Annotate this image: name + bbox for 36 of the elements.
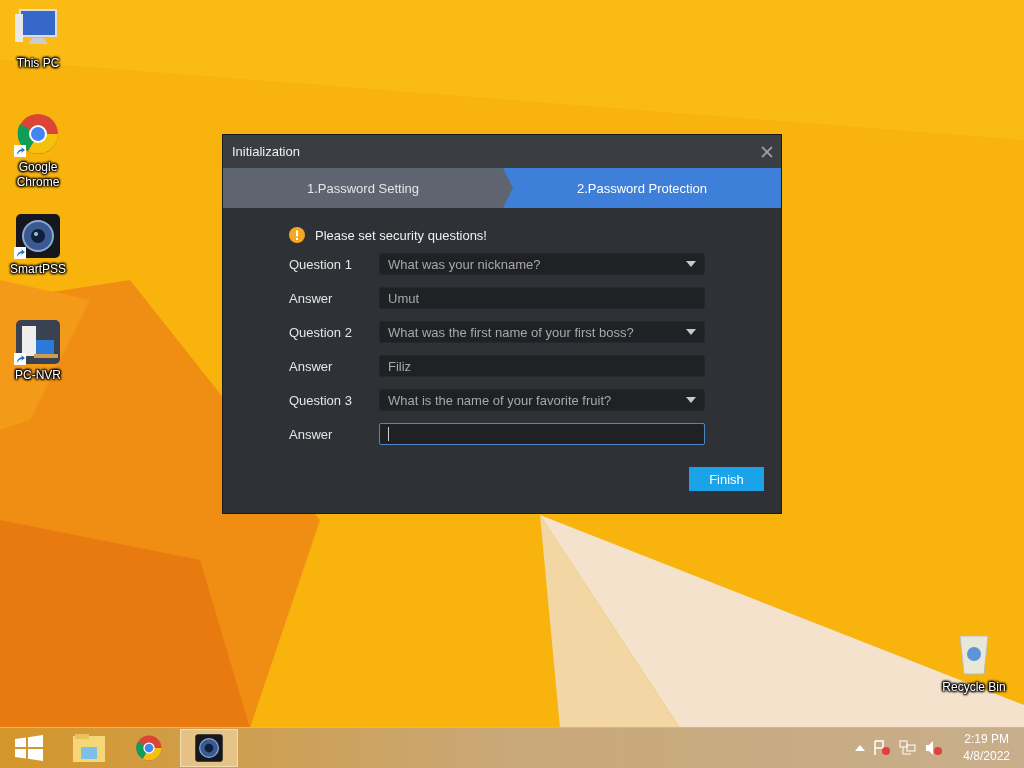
icon-label: PC-NVR bbox=[14, 368, 62, 383]
field-label: Answer bbox=[289, 290, 334, 306]
show-hidden-icons-icon[interactable] bbox=[855, 745, 866, 751]
notice-text: Please set security questions! bbox=[315, 227, 487, 243]
camera-icon[interactable] bbox=[194, 733, 224, 763]
window-title: Initialization bbox=[232, 144, 300, 159]
nvr-icon[interactable] bbox=[14, 320, 62, 366]
field-label: Question 1 bbox=[289, 256, 353, 272]
chrome-icon[interactable] bbox=[134, 733, 164, 763]
icon-label: Google Chrome bbox=[15, 160, 61, 190]
field-label: Question 3 bbox=[289, 392, 353, 408]
field-label: Question 2 bbox=[289, 324, 353, 340]
icon-label: This PC bbox=[15, 56, 61, 71]
caret-icon bbox=[686, 261, 696, 267]
clock-time: 2:19 PM bbox=[964, 731, 1009, 748]
question-dropdown[interactable]: What is the name of your favorite fruit? bbox=[379, 389, 705, 411]
answer-field[interactable] bbox=[379, 423, 705, 445]
speaker-icon[interactable] bbox=[925, 740, 944, 756]
icon-label: Recycle Bin bbox=[941, 680, 1007, 695]
icon-label: SmartPSS bbox=[9, 262, 67, 277]
close-icon[interactable] bbox=[761, 145, 773, 158]
question-dropdown[interactable]: What was the first name of your first boss? bbox=[379, 321, 705, 343]
clock-date: 4/8/2022 bbox=[963, 748, 1010, 765]
field-label: Answer bbox=[289, 426, 334, 442]
answer-field[interactable]: Umut bbox=[379, 287, 705, 309]
answer-field[interactable]: Filiz bbox=[379, 355, 705, 377]
warning-icon bbox=[289, 227, 305, 243]
taskbar-button[interactable] bbox=[180, 729, 238, 767]
question-dropdown[interactable]: What was your nickname? bbox=[379, 253, 705, 275]
camera-icon[interactable] bbox=[14, 214, 62, 260]
caret-icon bbox=[686, 329, 696, 335]
field-label: Answer bbox=[289, 358, 334, 374]
caret-icon bbox=[686, 397, 696, 403]
flag-icon[interactable] bbox=[873, 740, 892, 756]
start-icon[interactable] bbox=[15, 735, 43, 761]
step-tab[interactable]: 2.Password Protection bbox=[503, 168, 781, 208]
